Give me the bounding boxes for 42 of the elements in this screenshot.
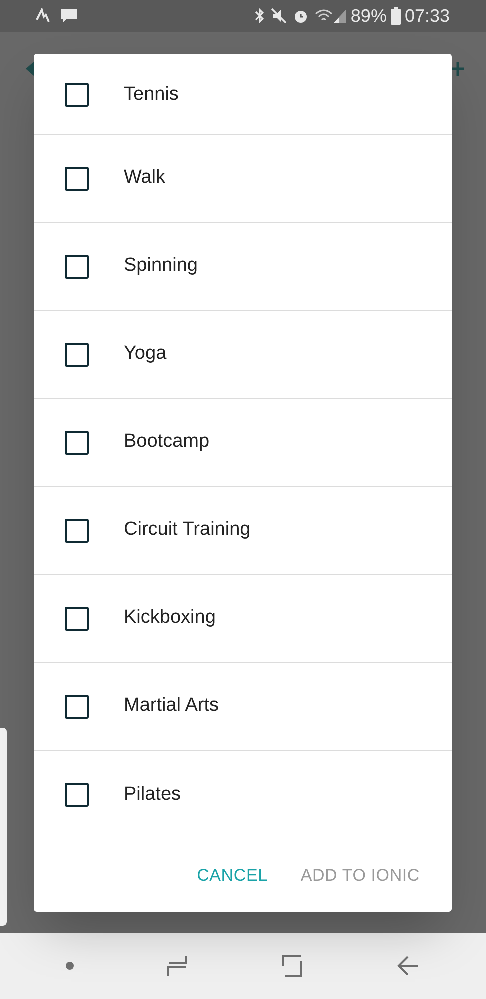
- item-label: Bootcamp: [124, 430, 210, 454]
- checkbox-row[interactable]: Bootcamp: [34, 399, 452, 487]
- checkbox[interactable]: [65, 430, 89, 454]
- checkbox-row[interactable]: Circuit Training: [34, 487, 452, 575]
- battery-percent: 89%: [350, 4, 387, 28]
- checkbox[interactable]: [65, 166, 89, 190]
- signal-icon: [332, 8, 347, 24]
- checkbox[interactable]: [65, 518, 89, 542]
- item-label: Martial Arts: [124, 694, 220, 718]
- recent-apps-icon[interactable]: [166, 954, 188, 978]
- battery-icon: [390, 7, 401, 25]
- plus-icon: [452, 60, 464, 78]
- item-label: Circuit Training: [124, 518, 251, 542]
- alarm-icon: [292, 8, 309, 24]
- item-label: Spinning: [124, 254, 198, 278]
- checkbox-row[interactable]: Martial Arts: [34, 663, 452, 751]
- checkbox[interactable]: [65, 254, 89, 278]
- bluetooth-icon: [254, 8, 265, 24]
- message-icon: [60, 8, 78, 24]
- item-label: Pilates: [124, 782, 182, 807]
- checkbox[interactable]: [65, 83, 89, 107]
- checkbox[interactable]: [65, 606, 89, 630]
- dot-icon[interactable]: [66, 962, 74, 970]
- checkbox-row[interactable]: Spinning: [34, 223, 452, 311]
- back-icon[interactable]: [396, 954, 420, 978]
- checkbox[interactable]: [65, 342, 89, 366]
- activity-icon: [36, 8, 50, 24]
- checkbox[interactable]: [65, 694, 89, 718]
- item-label: Tennis: [124, 82, 179, 107]
- item-label: Kickboxing: [124, 606, 216, 630]
- mute-icon: [270, 8, 289, 24]
- checkbox-row[interactable]: Tennis: [34, 54, 452, 135]
- item-label: Yoga: [124, 342, 167, 366]
- checkbox-row[interactable]: Kickboxing: [34, 575, 452, 663]
- home-icon[interactable]: [280, 954, 304, 978]
- checkbox[interactable]: [65, 783, 89, 807]
- checkbox-row[interactable]: Pilates: [34, 751, 452, 839]
- item-label: Walk: [124, 166, 166, 190]
- checkbox-row[interactable]: Yoga: [34, 311, 452, 399]
- clock: 07:33: [404, 4, 450, 28]
- back-arrow-icon: [26, 62, 34, 76]
- checkbox-row[interactable]: Walk: [34, 135, 452, 223]
